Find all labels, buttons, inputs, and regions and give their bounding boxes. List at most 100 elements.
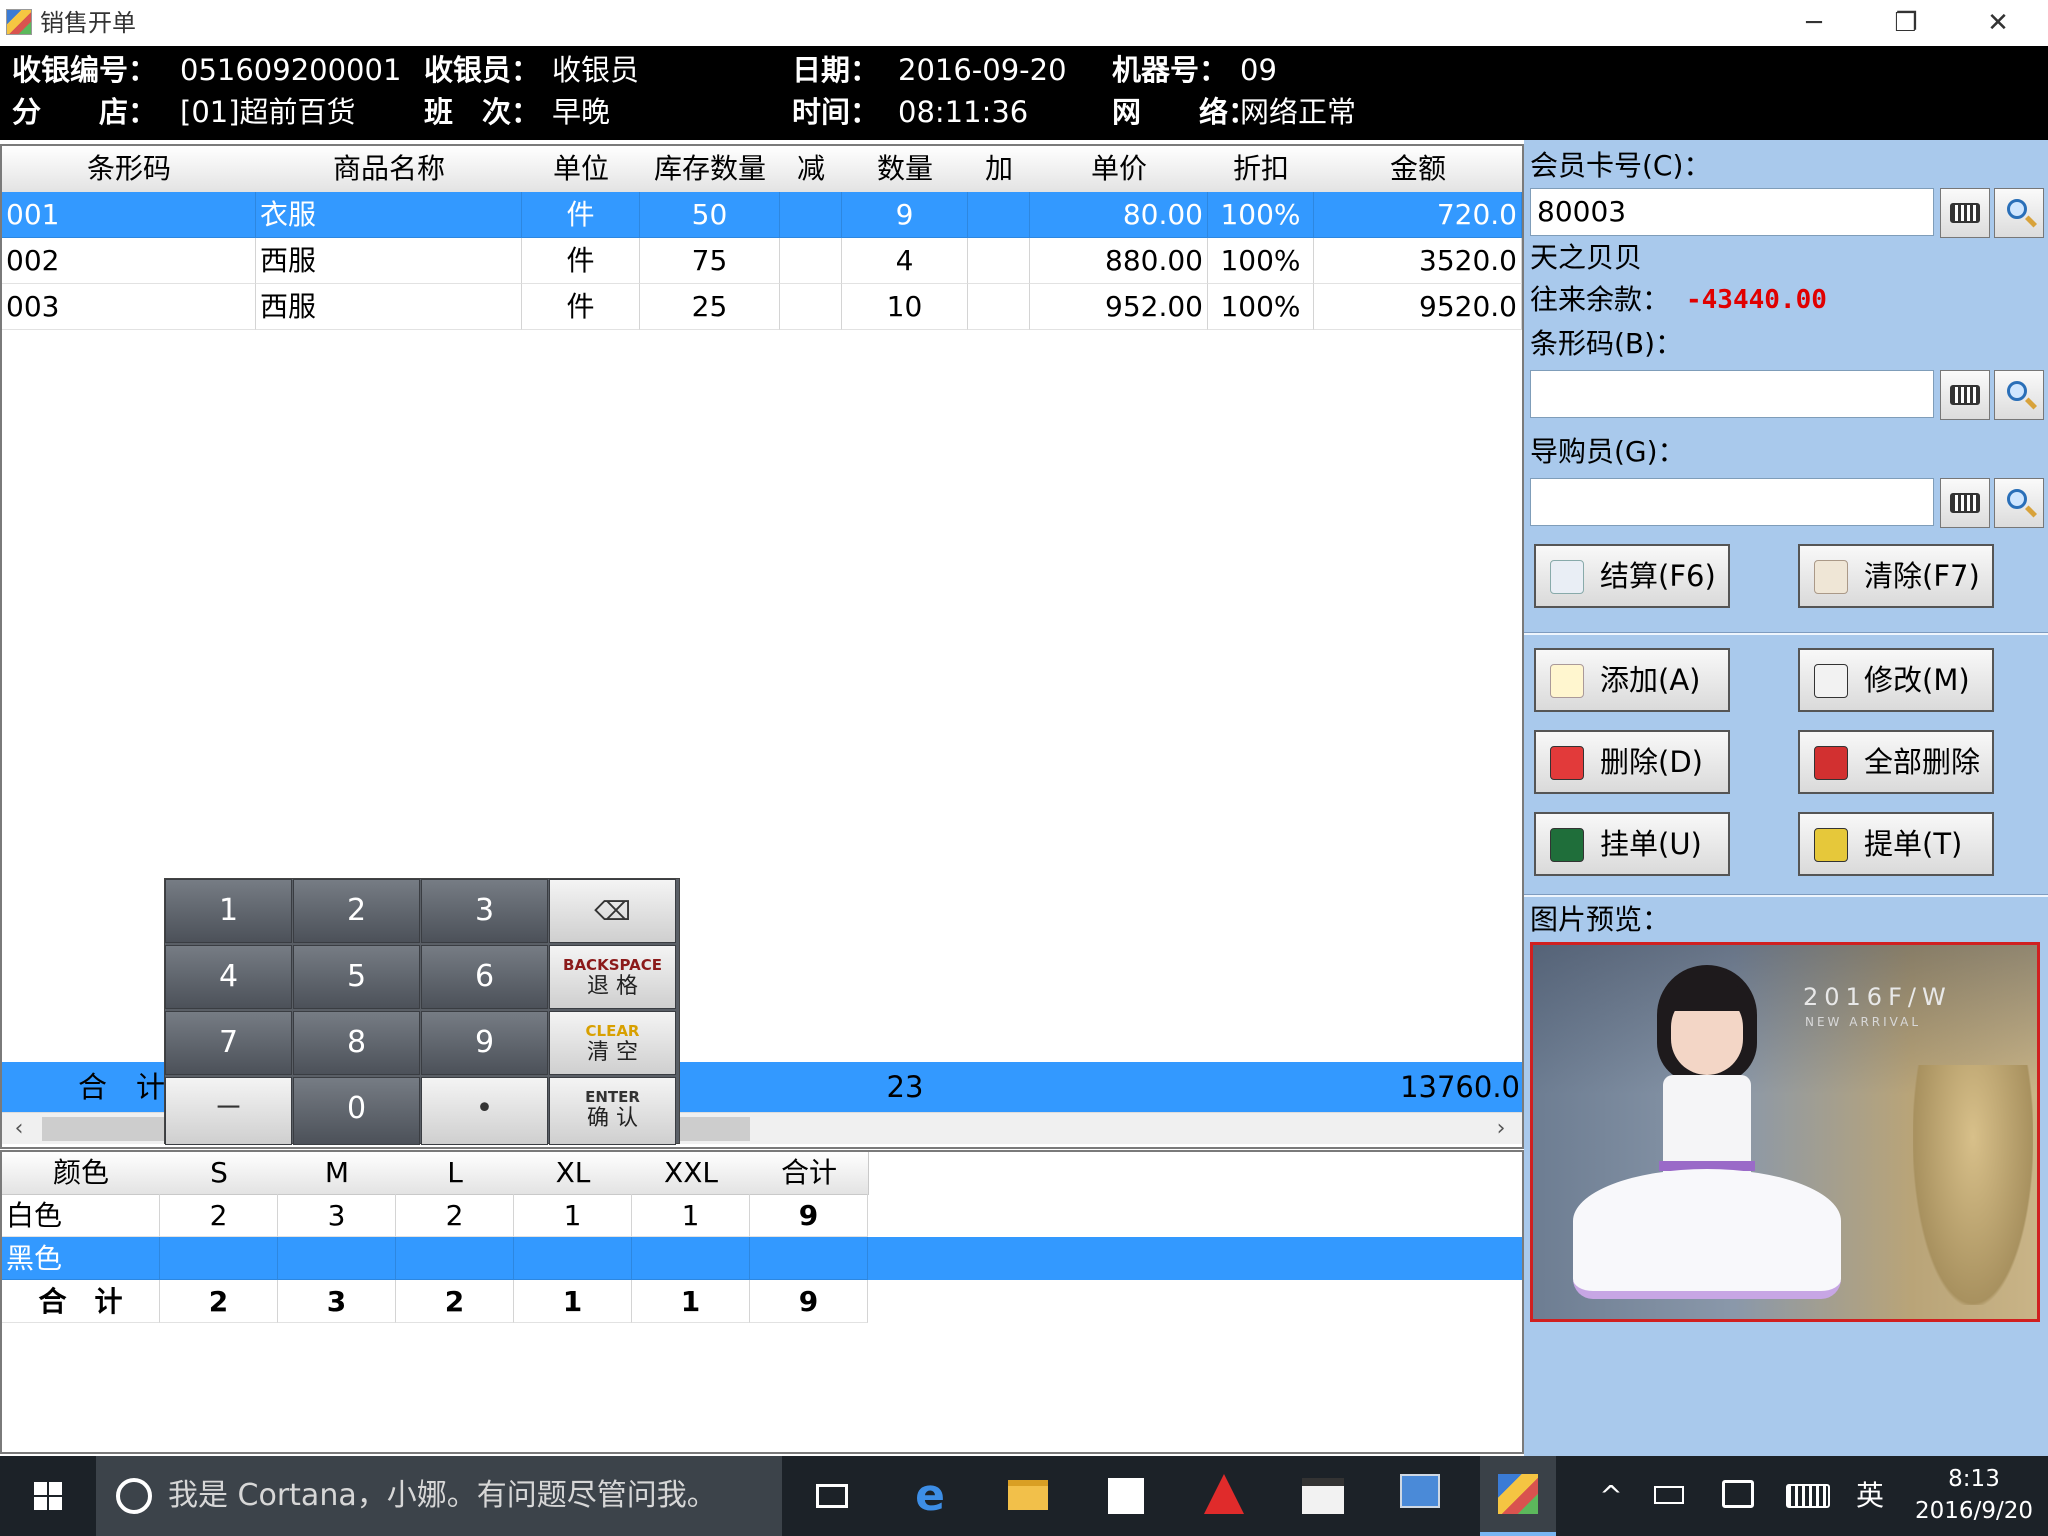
guide-search-button[interactable]	[1994, 478, 2044, 528]
app-red-button[interactable]	[1186, 1456, 1262, 1536]
size-cell[interactable]: 1	[632, 1194, 750, 1237]
backspace-key[interactable]: ⌫	[549, 879, 676, 943]
size-col-header-xxl[interactable]: XXL	[632, 1152, 751, 1195]
action-center-icon[interactable]	[1722, 1480, 1754, 1508]
key-1[interactable]: 1	[165, 879, 292, 943]
col-header-barcode[interactable]: 条形码	[2, 146, 257, 193]
table-row[interactable]: 002 西服 件 75 4 880.00 100% 3520.0	[2, 238, 1522, 284]
size-cell[interactable]: 2	[396, 1194, 514, 1237]
search-icon	[2007, 489, 2027, 509]
size-row[interactable]: 黑色	[2, 1237, 1522, 1280]
size-col-header-total[interactable]: 合计	[750, 1152, 869, 1195]
guide-keyboard-button[interactable]	[1940, 478, 1990, 528]
member-search-button[interactable]	[1994, 188, 2044, 238]
hold-button[interactable]: 挂单(U)	[1534, 812, 1730, 876]
clear-button[interactable]: 清除(F7)	[1798, 544, 1994, 608]
size-cell[interactable]	[160, 1237, 278, 1280]
size-cell[interactable]: 3	[278, 1194, 396, 1237]
network-app-button[interactable]	[1382, 1456, 1458, 1536]
size-col-header-color[interactable]: 颜色	[2, 1152, 161, 1195]
col-header-discount[interactable]: 折扣	[1208, 146, 1315, 193]
cortana-search-box[interactable]: 我是 Cortana，小娜。有问题尽管问我。	[96, 1456, 782, 1536]
minimize-button[interactable]: ─	[1768, 0, 1860, 46]
file-explorer-button[interactable]	[990, 1456, 1066, 1536]
barcode-keyboard-button[interactable]	[1940, 370, 1990, 420]
delete-all-button[interactable]: 全部删除	[1798, 730, 1994, 794]
guide-input[interactable]	[1530, 478, 1934, 526]
col-header-unit[interactable]: 单位	[522, 146, 641, 193]
chevron-up-icon[interactable]: ^	[1596, 1478, 1626, 1514]
pos-app-button[interactable]	[1480, 1456, 1556, 1536]
member-keyboard-button[interactable]	[1940, 188, 1990, 238]
key-0[interactable]: 0	[293, 1077, 420, 1145]
cell-qty[interactable]: 10	[842, 284, 968, 330]
battery-icon[interactable]	[1654, 1486, 1684, 1504]
cell-plus[interactable]	[968, 238, 1030, 284]
restore-button[interactable]: ❐	[1860, 0, 1952, 46]
backspace-text-key[interactable]: BACKSPACE 退 格	[549, 945, 676, 1009]
enter-key[interactable]: ENTER 确 认	[549, 1077, 676, 1145]
col-header-amount[interactable]: 金额	[1314, 146, 1522, 193]
task-view-button[interactable]	[794, 1456, 870, 1536]
size-cell[interactable]: 2	[160, 1194, 278, 1237]
key-3[interactable]: 3	[421, 879, 548, 943]
size-cell[interactable]	[632, 1237, 750, 1280]
size-col-header-xl[interactable]: XL	[514, 1152, 633, 1195]
col-header-minus[interactable]: 减	[780, 146, 843, 193]
key-8[interactable]: 8	[293, 1011, 420, 1075]
key-dot[interactable]: •	[421, 1077, 548, 1145]
clock-date[interactable]: 2016/9/20	[1904, 1496, 2044, 1526]
modify-button[interactable]: 修改(M)	[1798, 648, 1994, 712]
delete-all-button-label: 全部删除	[1864, 745, 1981, 779]
preview-subcaption: NEW ARRIVAL	[1805, 1015, 1921, 1029]
col-header-price[interactable]: 单价	[1030, 146, 1209, 193]
barcode-search-button[interactable]	[1994, 370, 2044, 420]
size-col-header-m[interactable]: M	[278, 1152, 397, 1195]
keyboard-icon[interactable]	[1786, 1484, 1830, 1508]
ime-indicator[interactable]: 英	[1856, 1456, 1884, 1536]
key-7[interactable]: 7	[165, 1011, 292, 1075]
key-4[interactable]: 4	[165, 945, 292, 1009]
clock-time[interactable]: 8:13	[1904, 1464, 2044, 1494]
cell-minus[interactable]	[780, 284, 842, 330]
add-button[interactable]: 添加(A)	[1534, 648, 1730, 712]
store-button[interactable]	[1088, 1456, 1164, 1536]
start-button[interactable]	[0, 1456, 96, 1536]
scroll-right-icon[interactable]: ›	[1488, 1115, 1514, 1143]
size-color-table[interactable]: 颜色 S M L XL XXL 合计 白色 2 3 2 1 1 9 黑色 合 计…	[0, 1150, 1524, 1454]
size-col-header-l[interactable]: L	[396, 1152, 515, 1195]
key-2[interactable]: 2	[293, 879, 420, 943]
cell-qty[interactable]: 4	[842, 238, 968, 284]
close-button[interactable]: ✕	[1952, 0, 2044, 46]
video-app-button[interactable]	[1284, 1456, 1360, 1536]
scroll-left-icon[interactable]: ‹	[6, 1115, 32, 1143]
col-header-name[interactable]: 商品名称	[256, 146, 523, 193]
barcode-input[interactable]	[1530, 370, 1934, 418]
delete-button[interactable]: 删除(D)	[1534, 730, 1730, 794]
settle-button[interactable]: 结算(F6)	[1534, 544, 1730, 608]
cell-minus[interactable]	[780, 238, 842, 284]
edge-button[interactable]: e	[892, 1456, 968, 1536]
table-row[interactable]: 001 衣服 件 50 9 80.00 100% 720.0	[2, 192, 1522, 238]
key-6[interactable]: 6	[421, 945, 548, 1009]
cell-qty[interactable]: 9	[842, 192, 968, 238]
col-header-plus[interactable]: 加	[968, 146, 1031, 193]
key-minus[interactable]: －	[165, 1077, 292, 1145]
clear-key[interactable]: CLEAR 清 空	[549, 1011, 676, 1075]
member-card-input[interactable]: 80003	[1530, 188, 1934, 236]
size-cell[interactable]	[278, 1237, 396, 1280]
table-row[interactable]: 003 西服 件 25 10 952.00 100% 9520.0	[2, 284, 1522, 330]
cell-plus[interactable]	[968, 284, 1030, 330]
key-5[interactable]: 5	[293, 945, 420, 1009]
size-cell[interactable]: 1	[514, 1194, 632, 1237]
size-col-header-s[interactable]: S	[160, 1152, 279, 1195]
size-cell[interactable]	[514, 1237, 632, 1280]
cell-minus[interactable]	[780, 192, 842, 238]
cell-plus[interactable]	[968, 192, 1030, 238]
size-row[interactable]: 白色 2 3 2 1 1 9	[2, 1194, 868, 1237]
size-cell[interactable]	[396, 1237, 514, 1280]
col-header-stock[interactable]: 库存数量	[640, 146, 781, 193]
key-9[interactable]: 9	[421, 1011, 548, 1075]
retrieve-button[interactable]: 提单(T)	[1798, 812, 1994, 876]
col-header-qty[interactable]: 数量	[842, 146, 969, 193]
